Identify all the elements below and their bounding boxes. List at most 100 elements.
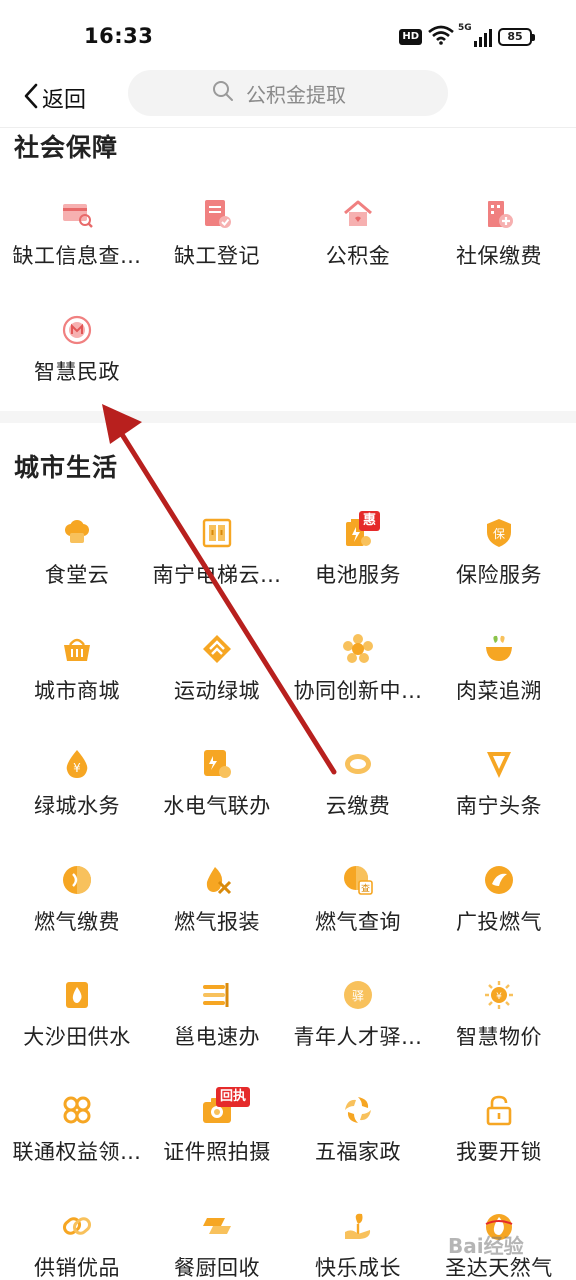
price-sun-icon: ¥ [483, 979, 515, 1011]
service-label: 智慧物价 [456, 1025, 542, 1049]
guangtou-gas-icon [483, 864, 515, 896]
insurance-shield-icon: 保 [483, 517, 515, 549]
hd-badge: HD [399, 29, 422, 45]
status-bar: 16:33 HD 5G 85 [0, 0, 576, 70]
service-item[interactable]: ¥ 绿城水务 [5, 748, 149, 858]
service-item[interactable]: 南宁头条 [427, 748, 571, 858]
unicom-knot-icon [61, 1094, 93, 1126]
service-label: 运动绿城 [174, 679, 260, 703]
padlock-icon [483, 1094, 515, 1126]
service-item[interactable]: ¥ 智慧物价 [427, 979, 571, 1089]
svg-text:保: 保 [493, 527, 505, 541]
service-item[interactable]: 大沙田供水 [5, 979, 149, 1089]
service-item[interactable]: 联通权益领… [5, 1094, 149, 1204]
service-label: 城市商城 [34, 679, 120, 703]
service-label: 供销优品 [34, 1256, 120, 1280]
svg-text:¥: ¥ [73, 761, 81, 775]
service-label: 五福家政 [315, 1140, 401, 1164]
section-title-city-life: 城市生活 [14, 453, 119, 482]
chef-hat-icon [61, 517, 93, 549]
service-item[interactable]: 广投燃气 [427, 864, 571, 974]
service-item[interactable]: 缺工登记 [145, 198, 289, 308]
service-item[interactable]: 五福家政 [286, 1094, 430, 1204]
utility-document-icon [201, 748, 233, 780]
service-item[interactable]: 证件照拍摄 [145, 1094, 289, 1204]
water-supply-icon [61, 979, 93, 1011]
service-item[interactable]: 燃气报装 [145, 864, 289, 974]
elevator-icon [201, 517, 233, 549]
service-label: 大沙田供水 [23, 1025, 131, 1049]
service-item[interactable]: 保 保险服务 [427, 517, 571, 627]
service-item[interactable]: 驿 青年人才驿… [286, 979, 430, 1089]
shopping-basket-icon [61, 633, 93, 665]
service-label: 燃气报装 [174, 910, 260, 934]
service-item[interactable]: 电池服务 [286, 517, 430, 627]
service-label: 缺工登记 [174, 244, 260, 268]
service-label: 绿城水务 [34, 794, 120, 818]
service-label: 餐厨回收 [174, 1256, 260, 1280]
electric-fast-icon [201, 979, 233, 1011]
building-plus-icon [483, 198, 515, 230]
search-input[interactable]: 公积金提取 [128, 70, 448, 116]
service-item[interactable]: 邕电速办 [145, 979, 289, 1089]
food-bowl-icon [483, 633, 515, 665]
service-item[interactable]: 我要开锁 [427, 1094, 571, 1204]
service-item[interactable]: 肉菜追溯 [427, 633, 571, 743]
service-label: 保险服务 [456, 563, 542, 587]
cooperative-link-icon [61, 1210, 93, 1242]
service-item[interactable]: 社保缴费 [427, 198, 571, 308]
service-item[interactable]: 燃气缴费 [5, 864, 149, 974]
promo-badge: 惠 [359, 511, 381, 531]
card-search-icon [61, 198, 93, 230]
service-item[interactable]: 南宁电梯云… [145, 517, 289, 627]
service-item[interactable]: 智慧民政 [5, 314, 149, 424]
service-label: 我要开锁 [456, 1140, 542, 1164]
search-placeholder: 公积金提取 [246, 82, 346, 107]
search-icon [212, 80, 234, 106]
document-check-icon [201, 198, 233, 230]
battery-icon: 85 [498, 28, 535, 46]
service-item[interactable]: 缺工信息查… [5, 198, 149, 308]
cloud-ring-icon [342, 748, 374, 780]
service-label: 电池服务 [315, 563, 401, 587]
service-item[interactable]: 水电气联办 [145, 748, 289, 858]
innovation-flower-icon [342, 633, 374, 665]
service-item[interactable]: 协同创新中… [286, 633, 430, 743]
wifi-icon [428, 25, 454, 49]
svg-text:驿: 驿 [352, 989, 364, 1003]
gas-install-icon [201, 864, 233, 896]
service-label: 协同创新中… [293, 679, 423, 703]
kitchen-recycle-icon [201, 1210, 233, 1242]
service-label: 肉菜追溯 [456, 679, 542, 703]
service-item[interactable]: 查 燃气查询 [286, 864, 430, 974]
service-label: 南宁头条 [456, 794, 542, 818]
receipt-badge: 回执 [216, 1087, 251, 1107]
service-item[interactable]: 快乐成长 [286, 1210, 430, 1280]
gas-query-icon: 查 [342, 864, 374, 896]
back-button[interactable]: 返回 [22, 78, 86, 118]
service-item[interactable]: 城市商城 [5, 633, 149, 743]
service-label: 燃气缴费 [34, 910, 120, 934]
service-item[interactable]: 食堂云 [5, 517, 149, 627]
service-item[interactable]: 公积金 [286, 198, 430, 308]
watermark-logo: Bai经验 [448, 1234, 524, 1258]
service-label: 广投燃气 [456, 910, 542, 934]
service-label: 智慧民政 [34, 360, 120, 384]
signal-icon: 5G [458, 23, 492, 47]
network-type: 5G [458, 23, 472, 33]
service-item[interactable]: 云缴费 [286, 748, 430, 858]
service-label: 南宁电梯云… [152, 563, 282, 587]
housekeeping-swirl-icon [342, 1094, 374, 1126]
service-label: 邕电速办 [174, 1025, 260, 1049]
service-item[interactable]: 运动绿城 [145, 633, 289, 743]
nav-bar: 返回 公积金提取 [0, 68, 576, 128]
sport-diamond-icon [201, 633, 233, 665]
headline-v-icon [483, 748, 515, 780]
service-label: 水电气联办 [163, 794, 271, 818]
youth-talent-icon: 驿 [342, 979, 374, 1011]
service-label: 证件照拍摄 [163, 1140, 271, 1164]
service-item[interactable]: 供销优品 [5, 1210, 149, 1280]
chevron-left-icon [22, 82, 40, 114]
service-label: 燃气查询 [315, 910, 401, 934]
service-item[interactable]: 餐厨回收 [145, 1210, 289, 1280]
